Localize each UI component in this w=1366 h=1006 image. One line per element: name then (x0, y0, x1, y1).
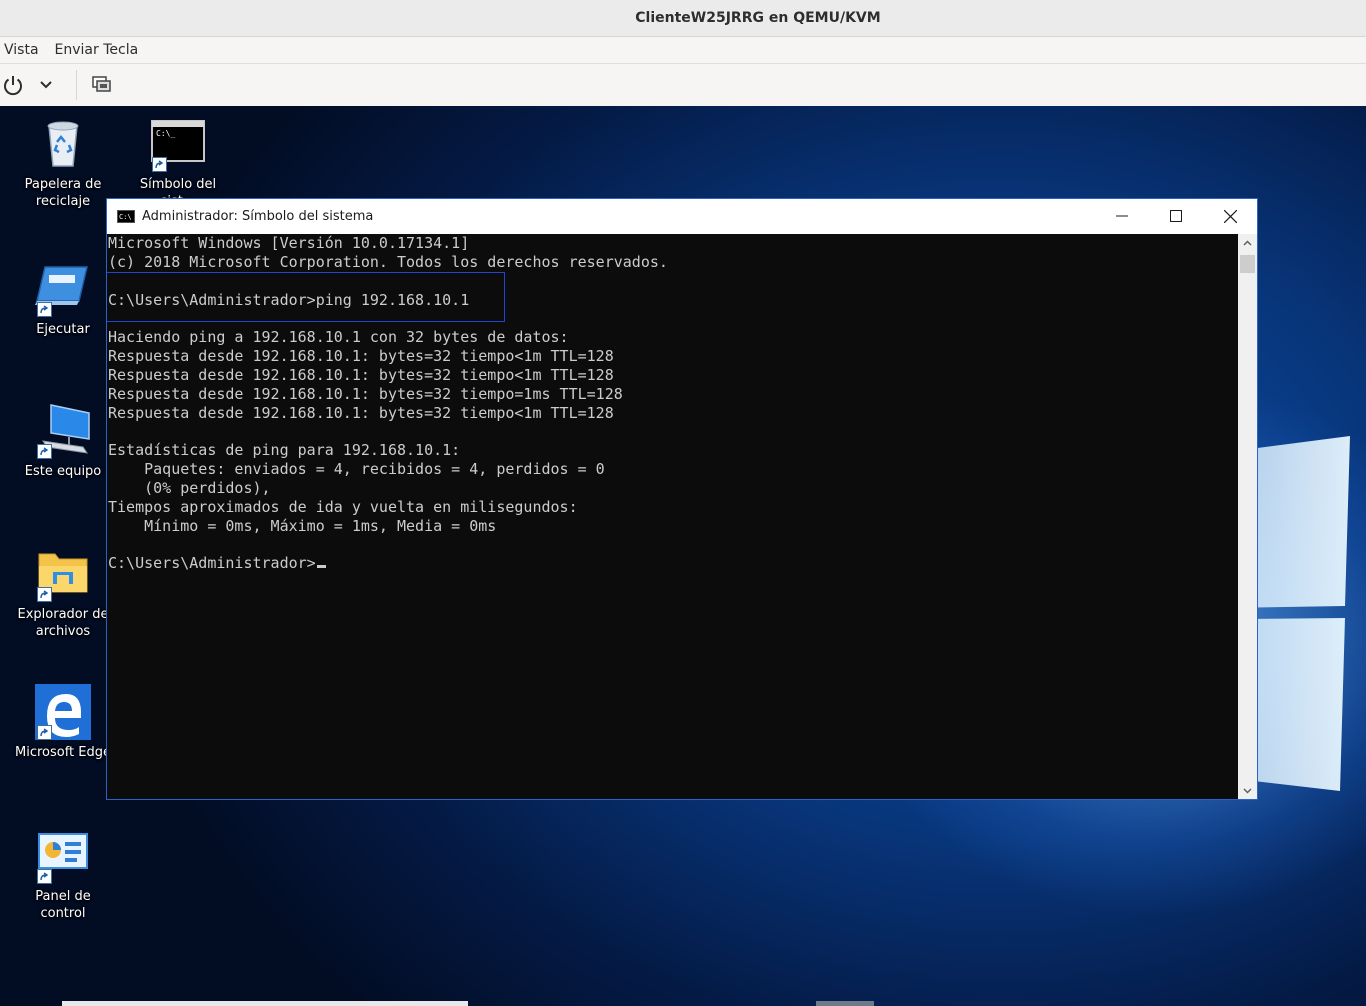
control-panel-icon (35, 828, 91, 884)
console-line: Respuesta desde 192.168.10.1: bytes=32 t… (108, 347, 614, 366)
menu-vista[interactable]: Vista (0, 42, 47, 58)
guest-desktop: Papelera de reciclaje C:\_ Símbolo del s… (0, 106, 1366, 1006)
taskbar-edge (62, 1001, 468, 1006)
edge-icon (35, 684, 91, 740)
desktop-icon-label: Explorador de archivos (17, 607, 109, 639)
text-cursor (316, 565, 326, 569)
console-line: Tiempos aproximados de ida y vuelta en m… (108, 497, 578, 516)
console-area[interactable]: Microsoft Windows [Versión 10.0.17134.1]… (107, 234, 1238, 799)
shortcut-arrow-icon (37, 725, 52, 740)
toolbar-separator (76, 70, 77, 100)
desktop-icon-recycle-bin[interactable]: Papelera de reciclaje (11, 116, 115, 210)
desktop-icon-label: Panel de control (35, 889, 91, 921)
svg-text:C:\_: C:\_ (156, 129, 175, 138)
desktop-icon-command-prompt[interactable]: C:\_ Símbolo del sist... (126, 116, 230, 210)
host-menubar: Vista Enviar Tecla (0, 37, 1366, 64)
recycle-bin-icon (35, 116, 91, 172)
command-prompt-icon: C:\_ (150, 116, 206, 172)
console-line: Respuesta desde 192.168.10.1: bytes=32 t… (108, 384, 623, 403)
chevron-up-icon (1243, 239, 1252, 246)
desktop-icon-file-explorer[interactable]: Explorador de archivos (11, 546, 115, 640)
desktop-icon-label: Microsoft Edge (14, 745, 111, 760)
power-icon (4, 76, 22, 96)
menu-enviar-tecla[interactable]: Enviar Tecla (51, 42, 147, 58)
cmd-titlebar[interactable]: C:\ Administrador: Símbolo del sistema (107, 199, 1257, 234)
host-titlebar: ClienteW25JRRG en QEMU/KVM (0, 0, 1366, 37)
desktop-icon-control-panel[interactable]: Panel de control (11, 828, 115, 922)
cmd-title-icon: C:\ (117, 210, 135, 223)
screens-icon (92, 76, 111, 92)
maximize-icon (1170, 210, 1182, 222)
console-line: Mínimo = 0ms, Máximo = 1ms, Media = 0ms (144, 516, 497, 535)
desktop-icon-this-pc[interactable]: Este equipo (11, 403, 115, 480)
console-lines: Microsoft Windows [Versión 10.0.17134.1]… (108, 234, 668, 535)
console-line: (0% perdidos), (144, 478, 271, 497)
computer-icon (35, 403, 91, 459)
minimize-button[interactable] (1095, 199, 1149, 233)
taskbar-edge-right (816, 1001, 874, 1006)
screens-button[interactable] (87, 67, 117, 103)
console-line: Respuesta desde 192.168.10.1: bytes=32 t… (108, 365, 614, 384)
folder-icon (35, 546, 91, 602)
run-icon (35, 261, 91, 317)
desktop-icon-microsoft-edge[interactable]: Microsoft Edge (11, 684, 115, 761)
desktop-icon-label: Este equipo (24, 464, 102, 479)
command-prompt-window[interactable]: C:\ Administrador: Símbolo del sistema M… (106, 198, 1258, 800)
desktop-icon-run[interactable]: Ejecutar (11, 261, 115, 338)
chevron-down-icon (1243, 787, 1252, 794)
desktop-icon-label: Ejecutar (36, 322, 90, 337)
host-toolbar (0, 64, 1366, 106)
console-line: C:\Users\Administrador>ping 192.168.10.1 (108, 290, 470, 309)
console-prompt: C:\Users\Administrador> (108, 554, 316, 573)
power-dropdown-button[interactable] (26, 67, 66, 103)
console-output: Microsoft Windows [Versión 10.0.17134.1]… (107, 234, 1238, 573)
console-line: Paquetes: enviados = 4, recibidos = 4, p… (144, 460, 605, 479)
chevron-down-icon (40, 81, 52, 89)
console-line: Estadísticas de ping para 192.168.10.1: (108, 441, 461, 460)
host-window-title: ClienteW25JRRG en QEMU/KVM (635, 10, 881, 26)
maximize-button[interactable] (1149, 199, 1203, 233)
desktop-icon-label: Papelera de reciclaje (24, 177, 102, 209)
console-line: (c) 2018 Microsoft Corporation. Todos lo… (108, 252, 668, 271)
console-line: Microsoft Windows [Versión 10.0.17134.1] (108, 234, 470, 252)
close-button[interactable] (1203, 199, 1257, 233)
close-icon (1223, 209, 1237, 223)
scroll-up-button[interactable] (1238, 234, 1257, 251)
shortcut-arrow-icon (37, 444, 52, 459)
cmd-window-title: Administrador: Símbolo del sistema (142, 209, 374, 224)
scroll-thumb[interactable] (1240, 255, 1255, 273)
shortcut-arrow-icon (37, 302, 52, 317)
vertical-scrollbar[interactable] (1238, 234, 1257, 799)
power-button[interactable] (0, 67, 26, 103)
shortcut-arrow-icon (37, 587, 52, 602)
scroll-down-button[interactable] (1238, 782, 1257, 799)
shortcut-arrow-icon (152, 157, 167, 172)
minimize-icon (1116, 215, 1128, 217)
console-line: Haciendo ping a 192.168.10.1 con 32 byte… (108, 328, 569, 347)
console-line: Respuesta desde 192.168.10.1: bytes=32 t… (108, 403, 614, 422)
shortcut-arrow-icon (37, 869, 52, 884)
